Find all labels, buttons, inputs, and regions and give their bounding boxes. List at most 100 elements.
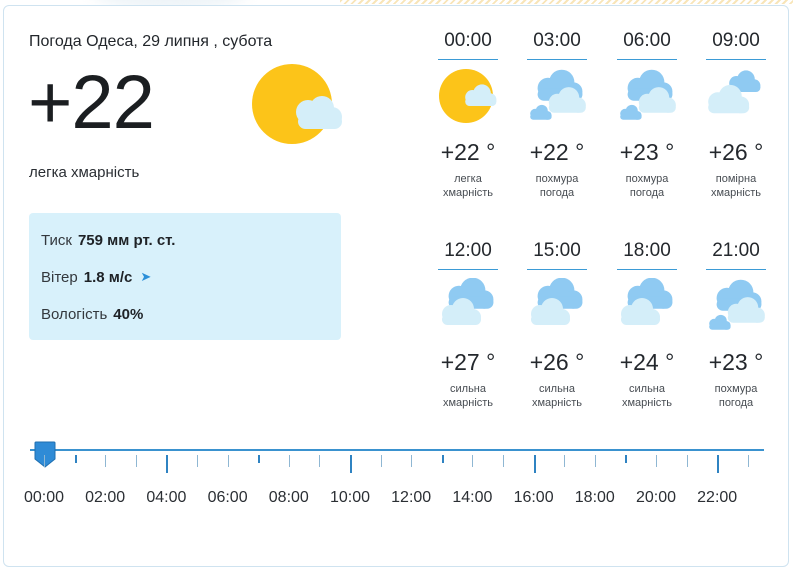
- timeline-tick: [74, 455, 77, 463]
- timeline-label[interactable]: 18:00: [565, 489, 625, 507]
- hour-divider: [527, 269, 587, 270]
- timeline-label[interactable]: 00:00: [14, 489, 74, 507]
- hour-temperature: +26 °: [529, 349, 585, 375]
- timeline-tick: [747, 455, 749, 467]
- timeline-label[interactable]: 20:00: [626, 489, 686, 507]
- hour-condition-line: похмура: [714, 383, 758, 395]
- timeline-tick: [380, 455, 382, 467]
- timeline-tick: [350, 455, 352, 473]
- hour-temperature: +24 °: [619, 349, 675, 375]
- timeline-tick: [564, 455, 566, 467]
- overcast-icon: [620, 69, 676, 120]
- wind-direction-icon: ➤: [140, 269, 152, 284]
- wind-value: 1.8 м/с: [83, 269, 133, 286]
- hour-condition: легка хмарність: [438, 172, 498, 200]
- timeline-tick: [411, 455, 413, 467]
- forecast-hour-2100: 21:00 +23 ° похмура погода: [706, 239, 766, 410]
- hour-time: 18:00: [623, 240, 671, 261]
- decorative-stripe: [340, 0, 793, 4]
- details-panel: Тиск 759 мм рт. ст. Вітер 1.8 м/с ➤ Вологіс…: [29, 213, 341, 340]
- hour-condition-line: хмарність: [442, 187, 494, 199]
- overcast-icon: [709, 279, 765, 330]
- hour-time: 03:00: [533, 30, 581, 51]
- hour-condition-line: легка: [454, 173, 482, 185]
- hour-condition: похмура погода: [617, 172, 677, 200]
- hour-condition-line: хмарність: [442, 397, 494, 409]
- hour-condition-line: сильна: [450, 383, 486, 395]
- timeline-tick: [686, 455, 688, 467]
- slider-handle[interactable]: [34, 441, 56, 468]
- timeline-label[interactable]: 16:00: [504, 489, 564, 507]
- cloudy-icon: [621, 278, 673, 325]
- hour-condition: сильна хмарність: [527, 382, 587, 410]
- hour-condition-line: хмарність: [710, 187, 762, 199]
- pressure-value: 759 мм рт. ст.: [77, 232, 176, 249]
- hour-condition-line: погода: [539, 187, 575, 199]
- hour-divider: [706, 59, 766, 60]
- hour-condition: помірна хмарність: [706, 172, 766, 200]
- timeline-label[interactable]: 04:00: [136, 489, 196, 507]
- wind-label: Вітер: [41, 269, 78, 286]
- hour-condition-line: погода: [718, 397, 754, 409]
- timeline-tick: [533, 455, 536, 473]
- forecast-hour-0000: 00:00 +22 ° легка хмарність: [438, 29, 498, 200]
- timeline-tick: [319, 455, 321, 467]
- hour-condition-line: сильна: [539, 383, 575, 395]
- time-slider[interactable]: 00:00 02:00 04:00 06:00 08:00 10:00 12:00 14:00…: [24, 441, 764, 511]
- timeline-tick: [441, 455, 444, 463]
- timeline-label[interactable]: 14:00: [442, 489, 502, 507]
- forecast-hour-1800: 18:00 +24 ° сильна хмарність: [617, 239, 677, 410]
- page-title: Погода Одеса, 29 липня , субота: [29, 33, 273, 50]
- hour-time: 15:00: [533, 240, 581, 261]
- hour-condition: сильна хмарність: [617, 382, 677, 410]
- humidity-label: Вологість: [41, 306, 108, 323]
- hour-temperature: +23 °: [708, 349, 764, 375]
- timeline-tick: [197, 455, 198, 467]
- wind-row: Вітер 1.8 м/с ➤: [41, 269, 151, 286]
- hour-divider: [527, 59, 587, 60]
- hour-divider: [617, 59, 677, 60]
- timeline-tick: [594, 455, 596, 467]
- timeline-tick: [258, 455, 261, 463]
- current-condition: легка хмарність: [29, 164, 140, 181]
- hour-condition: похмура погода: [527, 172, 587, 200]
- cloudy-icon: [442, 278, 494, 325]
- cloudy-icon: [531, 278, 583, 325]
- timeline-label[interactable]: 06:00: [198, 489, 258, 507]
- hour-condition-line: похмура: [535, 173, 579, 185]
- hour-condition-line: погода: [629, 187, 665, 199]
- forecast-hour-0600: 06:00 +23 ° похмура погода: [617, 29, 677, 200]
- timeline-tick: [472, 455, 474, 467]
- hour-condition: похмура погода: [706, 382, 766, 410]
- timeline-tick: [288, 455, 290, 467]
- partly-cloudy-icon: [708, 70, 761, 114]
- timeline-tick: [135, 455, 137, 467]
- sun-cloud-icon: [439, 69, 497, 123]
- timeline-tick: [227, 455, 229, 467]
- pressure-label: Тиск: [41, 232, 72, 249]
- hour-time: 06:00: [623, 30, 671, 51]
- pressure-row: Тиск 759 мм рт. ст.: [41, 232, 175, 249]
- hour-temperature: +27 °: [440, 349, 496, 375]
- timeline-tick: [503, 455, 504, 467]
- timeline-label[interactable]: 12:00: [381, 489, 441, 507]
- hour-divider: [706, 269, 766, 270]
- hour-condition-line: сильна: [629, 383, 665, 395]
- timeline-tick: [656, 455, 657, 467]
- timeline-label[interactable]: 02:00: [75, 489, 135, 507]
- hour-temperature: +23 °: [619, 139, 675, 165]
- hour-condition: сильна хмарність: [438, 382, 498, 410]
- forecast-hour-1500: 15:00 +26 ° сильна хмарність: [527, 239, 587, 410]
- forecast-hour-1200: 12:00 +27 ° сильна хмарність: [438, 239, 498, 410]
- forecast-hour-0300: 03:00 +22 ° похмура погода: [527, 29, 587, 200]
- timeline-label[interactable]: 22:00: [687, 489, 747, 507]
- hour-condition-line: хмарність: [531, 397, 583, 409]
- timeline-label[interactable]: 08:00: [259, 489, 319, 507]
- current-temperature: +22: [28, 60, 155, 145]
- timeline-tick: [44, 455, 45, 467]
- hour-time: 12:00: [444, 240, 492, 261]
- timeline-label[interactable]: 10:00: [320, 489, 380, 507]
- hour-time: 21:00: [712, 240, 760, 261]
- sun-cloud-icon: [252, 64, 342, 144]
- hour-temperature: +22 °: [440, 139, 496, 165]
